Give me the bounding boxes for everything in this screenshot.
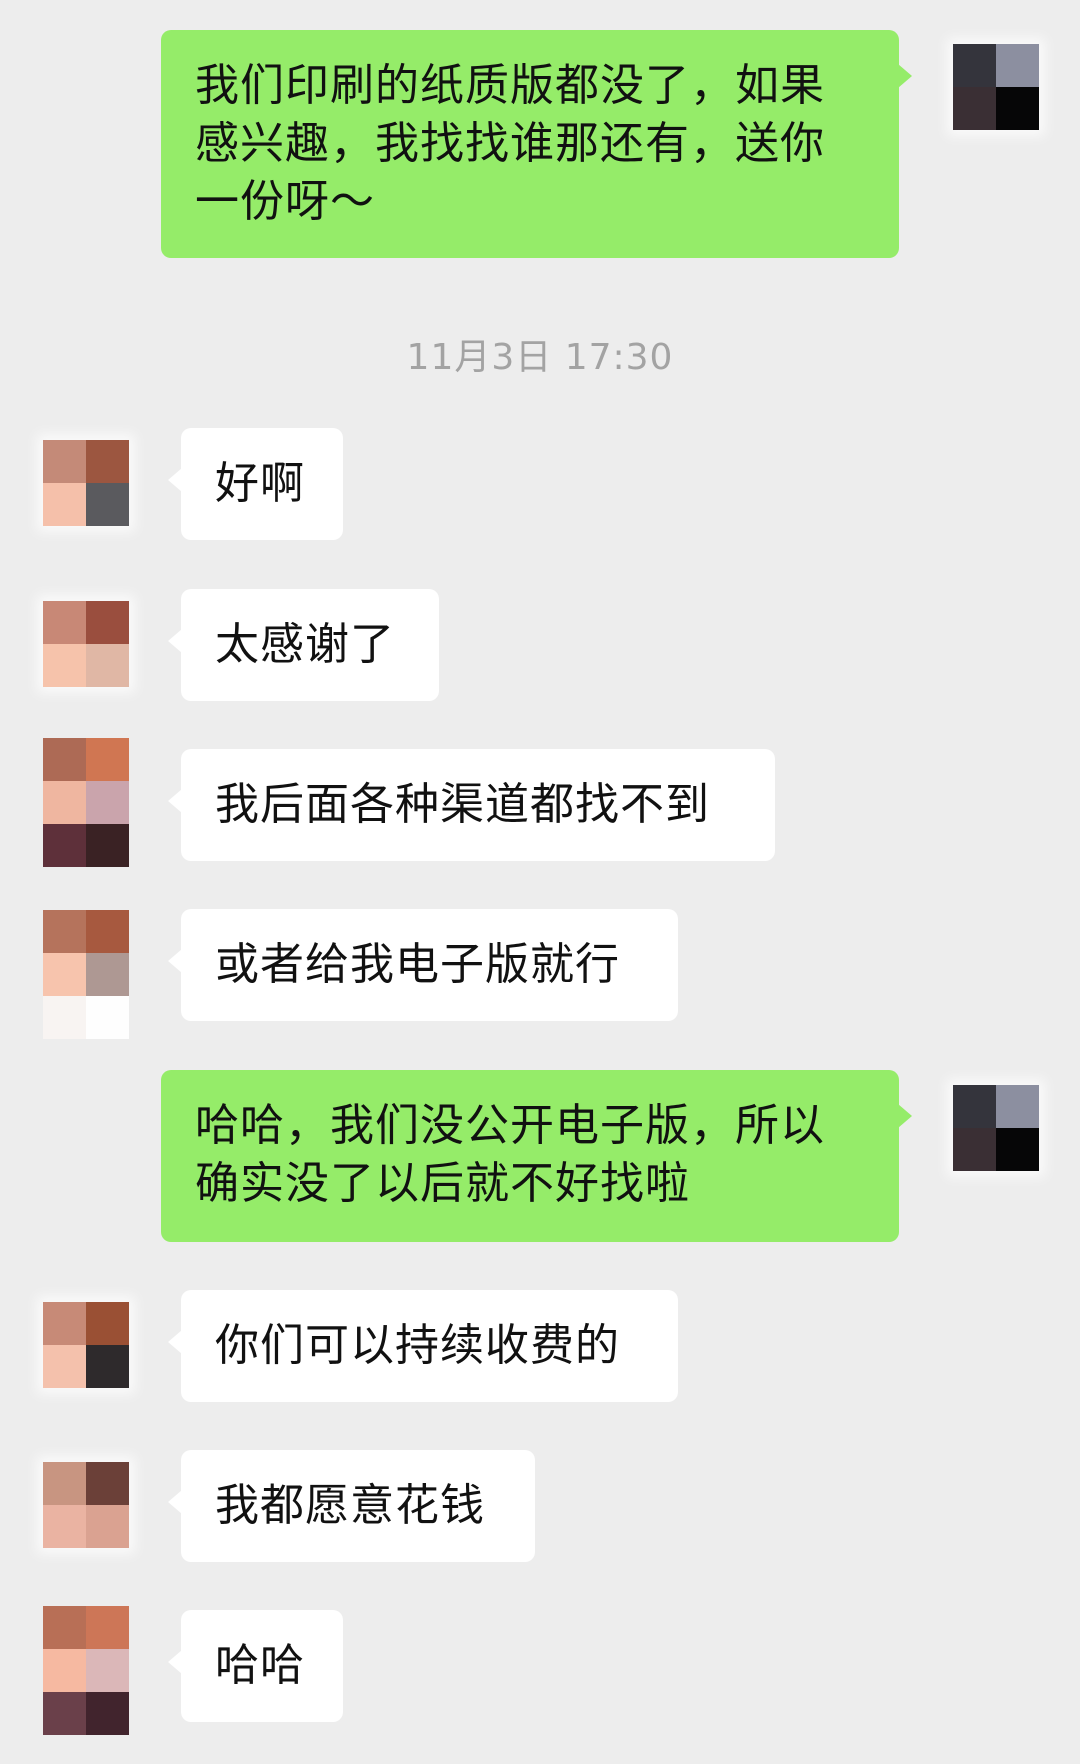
avatar-pixel (43, 1302, 86, 1345)
avatar-pixel (43, 483, 86, 526)
avatar-pixel (996, 44, 1039, 87)
message-bubble-received[interactable]: 我后面各种渠道都找不到 (168, 749, 775, 861)
avatar-pixel (43, 824, 86, 867)
avatar-pixel (86, 1692, 129, 1735)
avatar-pixel (43, 1345, 86, 1388)
avatar-pixel (86, 483, 129, 526)
avatar-pixel (953, 1128, 996, 1171)
avatar-pixel (43, 738, 86, 781)
message-bubble-received[interactable]: 你们可以持续收费的 (168, 1290, 678, 1402)
avatar-pixel (43, 996, 86, 1039)
message-bubble-received[interactable]: 我都愿意花钱 (168, 1450, 535, 1562)
self-avatar[interactable] (953, 44, 1039, 130)
contact-avatar[interactable] (43, 1462, 129, 1548)
contact-avatar[interactable] (43, 738, 129, 867)
contact-avatar[interactable] (43, 1606, 129, 1735)
avatar-pixel (86, 953, 129, 996)
chat-view: 我们印刷的纸质版都没了，如果感兴趣，我找找谁那还有，送你一份呀～ 11月3日 1… (0, 0, 1080, 1764)
avatar-pixel (996, 1128, 1039, 1171)
avatar-pixel (86, 601, 129, 644)
message-bubble-received[interactable]: 好啊 (168, 428, 343, 540)
avatar-pixel (43, 781, 86, 824)
avatar-pixel (86, 644, 129, 687)
message-bubble-received[interactable]: 或者给我电子版就行 (168, 909, 678, 1021)
avatar-pixel (953, 1085, 996, 1128)
avatar-pixel (86, 440, 129, 483)
avatar-pixel (86, 781, 129, 824)
message-bubble-sent[interactable]: 我们印刷的纸质版都没了，如果感兴趣，我找找谁那还有，送你一份呀～ (161, 30, 912, 258)
avatar-pixel (86, 1649, 129, 1692)
avatar-pixel (43, 601, 86, 644)
avatar-pixel (86, 1345, 129, 1388)
avatar-pixel (43, 1462, 86, 1505)
avatar-pixel (43, 1649, 86, 1692)
avatar-pixel (86, 1302, 129, 1345)
avatar-pixel (43, 1692, 86, 1735)
avatar-pixel (86, 1462, 129, 1505)
avatar-pixel (43, 1505, 86, 1548)
avatar-pixel (86, 738, 129, 781)
avatar-pixel (43, 910, 86, 953)
contact-avatar[interactable] (43, 440, 129, 526)
self-avatar[interactable] (953, 1085, 1039, 1171)
avatar-pixel (86, 1606, 129, 1649)
avatar-pixel (953, 87, 996, 130)
avatar-pixel (86, 824, 129, 867)
avatar-pixel (996, 87, 1039, 130)
avatar-pixel (43, 440, 86, 483)
avatar-pixel (996, 1085, 1039, 1128)
avatar-pixel (43, 644, 86, 687)
avatar-pixel (953, 44, 996, 87)
avatar-pixel (86, 910, 129, 953)
message-bubble-sent[interactable]: 哈哈，我们没公开电子版，所以确实没了以后就不好找啦 (161, 1070, 912, 1242)
avatar-pixel (86, 996, 129, 1039)
contact-avatar[interactable] (43, 910, 129, 1039)
timestamp: 11月3日 17:30 (406, 337, 674, 378)
message-bubble-received[interactable]: 哈哈 (168, 1610, 343, 1722)
contact-avatar[interactable] (43, 601, 129, 687)
avatar-pixel (86, 1505, 129, 1548)
message-bubble-received[interactable]: 太感谢了 (168, 589, 439, 701)
avatar-pixel (43, 1606, 86, 1649)
contact-avatar[interactable] (43, 1302, 129, 1388)
avatar-pixel (43, 953, 86, 996)
